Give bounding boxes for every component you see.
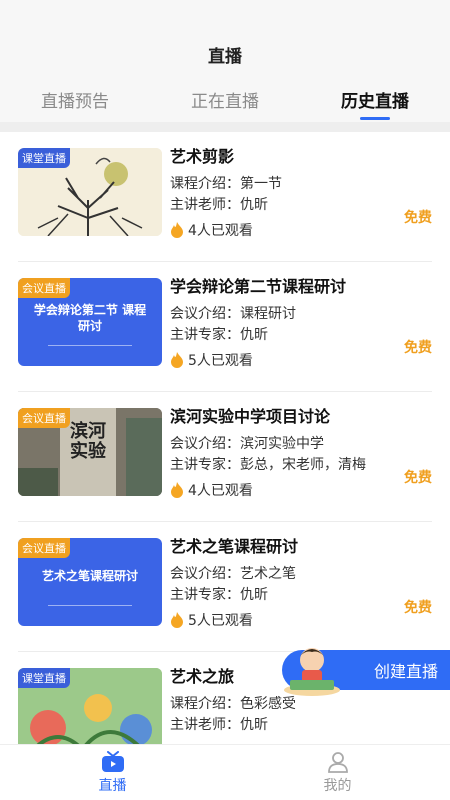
tab-upcoming[interactable]: 直播预告 — [0, 76, 150, 122]
thumbnail-line — [48, 345, 132, 346]
status-badge: 会议直播 — [18, 278, 70, 298]
divider — [0, 122, 450, 132]
thumbnail-line — [48, 605, 132, 606]
item-speaker: 主讲专家：彭总，宋老师，清梅 — [170, 457, 366, 473]
nav-live[interactable]: 直播 — [0, 745, 225, 800]
item-intro: 会议介绍：艺术之笔 — [170, 566, 296, 582]
thumbnail-image: 课堂直播 — [18, 668, 162, 744]
item-intro: 会议介绍：课程研讨 — [170, 306, 296, 322]
price-label: 免费 — [404, 210, 432, 226]
status-bar — [0, 0, 450, 32]
list-item[interactable]: 课堂直播 艺术剪影 课程介绍：第一节 主讲老师：仇昕 4人已观看 免费 — [18, 132, 432, 262]
thumbnail-title: 学会辩论第二节 课程研讨 — [33, 303, 147, 333]
item-speaker: 主讲专家：仇昕 — [170, 587, 268, 603]
thumbnail-image: 艺术之笔课程研讨 会议直播 — [18, 538, 162, 626]
viewer-count: 5人已观看 — [170, 350, 432, 370]
item-intro: 会议介绍：滨河实验中学 — [170, 436, 324, 452]
list-item[interactable]: 学会辩论第二节 课程研讨 会议直播 学会辩论第二节课程研讨 会议介绍：课程研讨 … — [18, 262, 432, 392]
nav-live-label: 直播 — [98, 777, 127, 794]
page-title: 直播 — [208, 46, 242, 67]
item-info: 艺术剪影 课程介绍：第一节 主讲老师：仇昕 4人已观看 免费 — [162, 147, 432, 261]
status-badge: 课堂直播 — [18, 148, 70, 168]
fire-icon — [171, 352, 183, 368]
tv-icon — [101, 750, 124, 772]
viewer-text: 4人已观看 — [188, 223, 253, 239]
tab-live[interactable]: 正在直播 — [150, 76, 300, 122]
price-label: 免费 — [404, 470, 432, 486]
status-badge: 课堂直播 — [18, 668, 70, 688]
thumbnail-image: 课堂直播 — [18, 148, 162, 236]
viewer-text: 5人已观看 — [188, 613, 253, 629]
item-title: 滨河实验中学项目讨论 — [170, 407, 331, 426]
nav-mine-label: 我的 — [323, 777, 352, 794]
fire-icon — [171, 222, 183, 238]
price-label: 免费 — [404, 340, 432, 356]
viewer-count: 5人已观看 — [170, 610, 432, 630]
item-intro: 课程介绍：色彩感受 — [170, 696, 296, 712]
item-info: 滨河实验中学项目讨论 会议介绍：滨河实验中学 主讲专家：彭总，宋老师，清梅 4人… — [162, 407, 432, 521]
reading-child-icon — [284, 648, 340, 696]
item-title: 艺术剪影 — [170, 147, 235, 166]
tab-bar: 直播预告 正在直播 历史直播 — [0, 76, 450, 122]
item-speaker: 主讲专家：仇昕 — [170, 327, 268, 343]
item-intro: 课程介绍：第一节 — [170, 176, 282, 192]
price-label: 免费 — [404, 600, 432, 616]
item-speaker: 主讲老师：仇昕 — [170, 717, 268, 733]
item-info: 艺术之笔课程研讨 会议介绍：艺术之笔 主讲专家：仇昕 5人已观看 免费 — [162, 537, 432, 651]
viewer-count: 4人已观看 — [170, 480, 432, 500]
viewer-count: 4人已观看 — [170, 220, 432, 240]
viewer-text: 4人已观看 — [188, 483, 253, 499]
thumbnail-title: 滨河实验 — [70, 421, 106, 462]
thumbnail-image: 滨河实验 会议直播 — [18, 408, 162, 496]
item-speaker: 主讲老师：仇昕 — [170, 197, 268, 213]
item-title: 艺术之笔课程研讨 — [170, 537, 299, 556]
item-info: 学会辩论第二节课程研讨 会议介绍：课程研讨 主讲专家：仇昕 5人已观看 免费 — [162, 277, 432, 391]
create-live-button[interactable]: 创建直播 — [282, 648, 450, 696]
list-item[interactable]: 艺术之笔课程研讨 会议直播 艺术之笔课程研讨 会议介绍：艺术之笔 主讲专家：仇昕… — [18, 522, 432, 652]
fire-icon — [171, 612, 183, 628]
fire-icon — [171, 482, 183, 498]
bottom-navigation: 直播 我的 — [0, 744, 450, 800]
thumbnail-title: 艺术之笔课程研讨 — [41, 569, 138, 583]
user-icon — [327, 751, 348, 773]
item-title: 学会辩论第二节课程研讨 — [170, 277, 347, 296]
list-item[interactable]: 滨河实验 会议直播 滨河实验中学项目讨论 会议介绍：滨河实验中学 主讲专家：彭总… — [18, 392, 432, 522]
tab-history[interactable]: 历史直播 — [300, 76, 450, 122]
create-live-label: 创建直播 — [373, 662, 438, 681]
status-badge: 会议直播 — [18, 408, 70, 428]
status-badge: 会议直播 — [18, 538, 70, 558]
thumbnail-image: 学会辩论第二节 课程研讨 会议直播 — [18, 278, 162, 366]
header: 直播 — [0, 32, 450, 76]
viewer-text: 5人已观看 — [188, 353, 253, 369]
nav-mine[interactable]: 我的 — [225, 745, 450, 800]
